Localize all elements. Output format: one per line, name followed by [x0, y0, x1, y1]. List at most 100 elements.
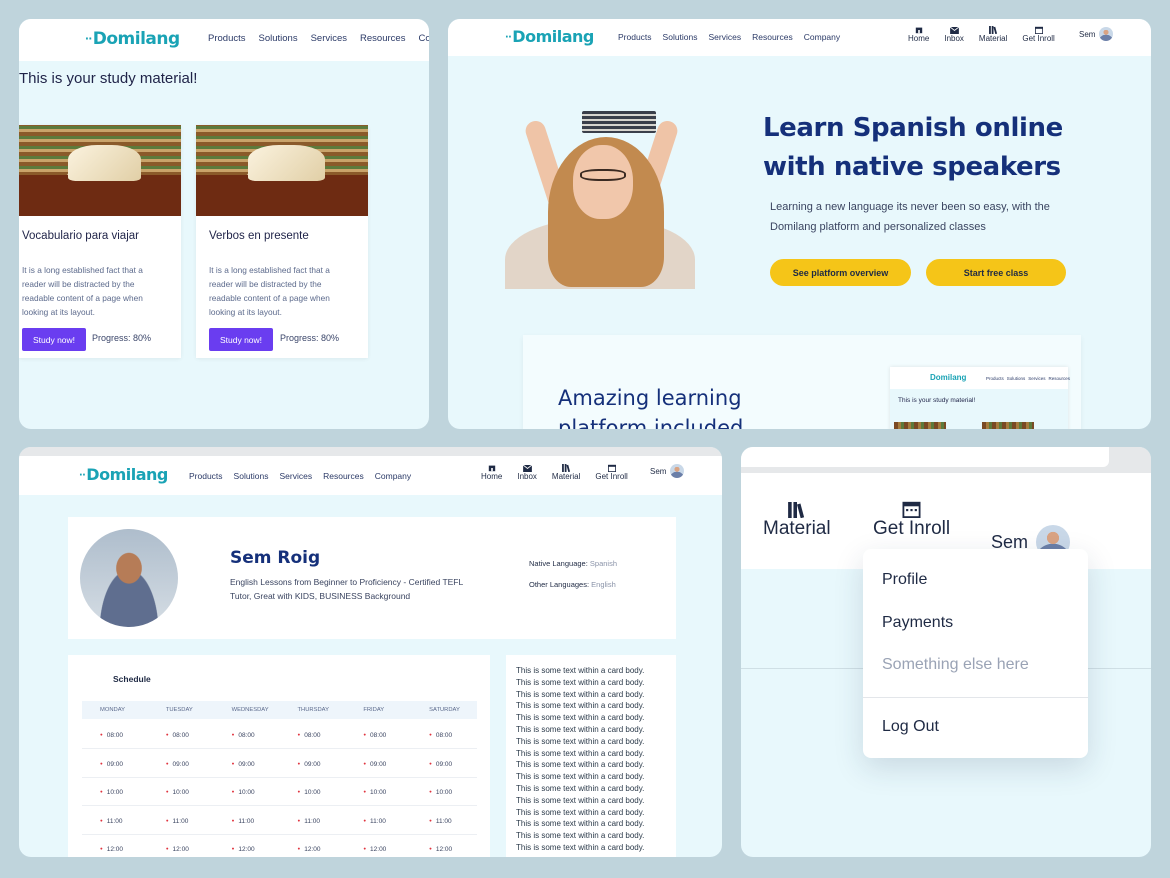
study-material-panel: ··Domilang Products Solutions Services R… [19, 19, 429, 429]
user-menu[interactable]: Sem [1079, 27, 1114, 41]
menu-item-payments[interactable]: Payments [882, 614, 953, 632]
nav-get-inroll[interactable]: Get Inroll [1022, 26, 1055, 43]
card-text-line: This is some text within a card body. [516, 736, 645, 746]
menu-item-profile[interactable]: Profile [882, 571, 927, 589]
time-slot[interactable]: 12:00 [148, 835, 214, 857]
time-slot[interactable]: 12:00 [411, 835, 477, 857]
time-slot[interactable]: 11:00 [214, 807, 280, 834]
user-menu[interactable]: Sem [650, 464, 685, 478]
time-slot[interactable]: 09:00 [279, 750, 345, 777]
time-slot[interactable]: 10:00 [345, 778, 411, 805]
nav-link-company[interactable]: Company [804, 32, 840, 42]
user-name: Sem [650, 466, 667, 476]
menu-item-logout[interactable]: Log Out [882, 718, 939, 736]
card-text-line: This is some text within a card body. [516, 842, 645, 852]
nav-icons: Home Inbox Material Get Inroll [908, 26, 1055, 43]
time-slot[interactable]: 08:00 [279, 721, 345, 748]
course-description: It is a long established fact that a rea… [22, 265, 143, 317]
nav-material[interactable]: Material [763, 502, 831, 540]
book-image [196, 125, 368, 216]
time-slot[interactable]: 10:00 [214, 778, 280, 805]
time-slot[interactable]: 08:00 [411, 721, 477, 748]
nav-link-services[interactable]: Services [280, 471, 313, 481]
time-slot[interactable]: 12:00 [214, 835, 280, 857]
nav-home[interactable]: Home [481, 464, 502, 481]
logo[interactable]: ··Domilang [79, 465, 168, 484]
course-title: Verbos en presente [209, 230, 309, 242]
time-slot[interactable]: 11:00 [345, 807, 411, 834]
page-title: This is your study material! [19, 70, 198, 87]
card-text-line: This is some text within a card body. [516, 795, 645, 805]
time-slot[interactable]: 08:00 [345, 721, 411, 748]
logo[interactable]: ··Domilang [85, 29, 180, 49]
time-slot[interactable]: 11:00 [411, 807, 477, 834]
avatar [670, 464, 685, 478]
time-slot[interactable]: 09:00 [214, 750, 280, 777]
books-icon [561, 464, 570, 472]
logo[interactable]: ··Domilang [505, 27, 594, 46]
menu-item-something-else[interactable]: Something else here [882, 656, 1029, 674]
nav-inbox[interactable]: Inbox [517, 465, 537, 481]
card-text-line: This is some text within a card body. [516, 760, 645, 770]
nav-link-solutions[interactable]: Solutions [259, 33, 298, 44]
time-slot[interactable]: 12:00 [82, 835, 148, 857]
course-card: Vocabulario para viajar It is a long est… [19, 125, 181, 358]
nav-links: Products Solutions Services Resources Co… [618, 32, 840, 42]
nav-material[interactable]: Material [552, 464, 580, 481]
time-slot[interactable]: 08:00 [82, 721, 148, 748]
navbar: ··Domilang Products Solutions Services R… [19, 19, 429, 61]
hero-image [470, 109, 728, 289]
time-slot[interactable]: 11:00 [279, 807, 345, 834]
time-slot[interactable]: 09:00 [345, 750, 411, 777]
course-card: Verbos en presente It is a long establis… [196, 125, 368, 358]
time-slot[interactable]: 08:00 [148, 721, 214, 748]
schedule-row: 12:0012:0012:0012:0012:0012:00 [82, 835, 477, 857]
time-slot[interactable]: 09:00 [411, 750, 477, 777]
time-slot[interactable]: 10:00 [148, 778, 214, 805]
nav-material[interactable]: Material [979, 26, 1007, 43]
native-language: Native Language: Spanish [529, 559, 617, 568]
nav-link-resources[interactable]: Resources [323, 471, 364, 481]
schedule-row: 09:0009:0009:0009:0009:0009:00 [82, 750, 477, 778]
nav-link-products[interactable]: Products [618, 32, 652, 42]
nav-inbox[interactable]: Inbox [944, 27, 964, 43]
hero-subtitle: Learning a new language its never been s… [770, 201, 1050, 233]
time-slot[interactable]: 11:00 [148, 807, 214, 834]
card-text-line: This is some text within a card body. [516, 807, 645, 817]
nav-link-solutions[interactable]: Solutions [234, 471, 269, 481]
time-slot[interactable]: 10:00 [279, 778, 345, 805]
nav-link-company[interactable]: Company [375, 471, 411, 481]
promo-title: Amazing learning platform included [558, 386, 744, 429]
study-now-button[interactable]: Study now! [209, 328, 273, 351]
nav-link-resources[interactable]: Resources [360, 33, 405, 44]
nav-link-products[interactable]: Products [189, 471, 223, 481]
nav-link-services[interactable]: Services [311, 33, 347, 44]
card-text-line: This is some text within a card body. [516, 783, 645, 793]
time-slot[interactable]: 08:00 [214, 721, 280, 748]
nav-get-inroll[interactable]: Get Inroll [595, 464, 628, 481]
nav-link-products[interactable]: Products [208, 33, 246, 44]
time-slot[interactable]: 09:00 [148, 750, 214, 777]
time-slot[interactable]: 12:00 [345, 835, 411, 857]
nav-home[interactable]: Home [908, 26, 929, 43]
time-slot[interactable]: 11:00 [82, 807, 148, 834]
calendar-icon [607, 464, 616, 472]
book-image [19, 125, 181, 216]
nav-get-inroll[interactable]: Get Inroll [873, 500, 950, 540]
inbox-icon [522, 465, 532, 472]
promo-section: Amazing learning platform included Domil… [523, 335, 1081, 429]
course-description: It is a long established fact that a rea… [209, 265, 330, 317]
time-slot[interactable]: 10:00 [82, 778, 148, 805]
time-slot[interactable]: 10:00 [411, 778, 477, 805]
start-free-class-button[interactable]: Start free class [926, 259, 1066, 286]
nav-link-company[interactable]: Comp [418, 33, 429, 44]
time-slot[interactable]: 09:00 [82, 750, 148, 777]
nav-link-resources[interactable]: Resources [752, 32, 793, 42]
platform-overview-button[interactable]: See platform overview [770, 259, 911, 286]
nav-link-services[interactable]: Services [709, 32, 742, 42]
schedule-header: MONDAY TUESDAY WEDNESDAY THURSDAY FRIDAY… [82, 701, 477, 719]
nav-link-solutions[interactable]: Solutions [663, 32, 698, 42]
study-now-button[interactable]: Study now! [22, 328, 86, 351]
card-text-line: This is some text within a card body. [516, 831, 645, 841]
time-slot[interactable]: 12:00 [279, 835, 345, 857]
